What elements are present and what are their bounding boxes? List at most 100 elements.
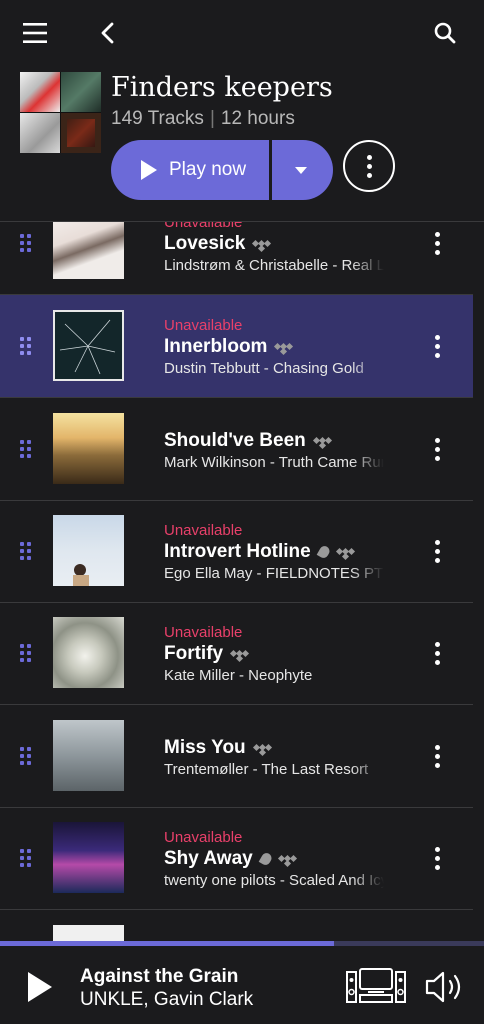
play-options-dropdown[interactable]: [272, 140, 333, 200]
app: Finders keepers 149 Tracks | 12 hours Play…: [0, 0, 484, 1024]
track-title-row: Fortify: [164, 642, 384, 666]
playlist-header: Finders keepers 149 Tracks | 12 hours Play…: [0, 66, 484, 221]
album-art: [53, 720, 124, 791]
volume-icon[interactable]: [424, 970, 466, 1004]
album-art: [53, 222, 124, 279]
track-title: Lovesick: [164, 233, 246, 254]
track-subtitle: twenty one pilots - Scaled And Icy: [164, 872, 384, 889]
track-subtitle: Trentemøller - The Last Resort: [164, 761, 369, 778]
search-icon[interactable]: [424, 14, 466, 52]
album-art: [53, 925, 124, 942]
track-list[interactable]: Unavailable Lovesick Lindstrøm & Christa…: [0, 221, 484, 942]
drag-handle-icon[interactable]: [20, 542, 32, 560]
top-bar: [0, 0, 484, 66]
track-title-row: Should've Been: [164, 429, 384, 453]
track-subtitle: Mark Wilkinson - Truth Came Running: [164, 454, 384, 471]
hamburger-menu-icon[interactable]: [16, 14, 54, 52]
now-playing-bar[interactable]: Against the Grain UNKLE, Gavin Clark: [0, 946, 484, 1024]
track-title-row: Innerbloom: [164, 335, 384, 359]
drag-handle-icon[interactable]: [20, 644, 32, 662]
unavailable-label: Unavailable: [164, 829, 243, 846]
play-icon[interactable]: [28, 972, 52, 1002]
track-title: Should've Been: [164, 430, 306, 451]
cover-tile: [20, 113, 60, 153]
track-subtitle: Dustin Tebbutt - Chasing Gold: [164, 360, 364, 377]
album-art: [53, 310, 124, 381]
track-title-row: Shy Away: [164, 847, 384, 871]
album-art: [53, 413, 124, 484]
unavailable-label: Unavailable: [164, 317, 243, 334]
tidal-icon: [230, 648, 250, 663]
track-info: Unavailable Fortify Kate Miller - Neophy…: [164, 624, 384, 686]
track-subtitle: Ego Ella May - FIELDNOTES PT II: [164, 565, 384, 582]
tidal-icon: [312, 435, 332, 450]
cover-tile: [20, 72, 60, 112]
unavailable-label: Unavailable: [164, 221, 243, 231]
unavailable-label: Unavailable: [164, 624, 243, 641]
track-subtitle: Lindstrøm & Christabelle - Real Life Is …: [164, 257, 384, 274]
track-row[interactable]: Unavailable Introvert Hotline Ego Ella M…: [0, 500, 473, 603]
tidal-icon: [274, 341, 294, 356]
track-row[interactable]: Unavailable Fortify Kate Miller - Neophy…: [0, 602, 473, 705]
drag-handle-icon[interactable]: [20, 747, 32, 765]
track-title: Innerbloom: [164, 336, 268, 357]
now-playing-artist: UNKLE, Gavin Clark: [80, 989, 254, 1010]
album-art: [53, 515, 124, 586]
track-title-row: Introvert Hotline: [164, 540, 384, 564]
cover-tile: [61, 72, 101, 112]
track-count: 149 Tracks: [111, 108, 204, 129]
track-more-button[interactable]: [424, 638, 450, 668]
cover-tile: [61, 113, 101, 153]
track-more-button[interactable]: [424, 331, 450, 361]
track-info: Unavailable Innerbloom Dustin Tebbutt - …: [164, 317, 384, 379]
track-title-row: Lovesick: [164, 232, 384, 256]
play-button-group: Play now: [111, 140, 333, 200]
tidal-icon: [335, 546, 355, 561]
track-more-button[interactable]: [424, 536, 450, 566]
speaker-system-icon[interactable]: [346, 968, 406, 1004]
track-more-button[interactable]: [424, 741, 450, 771]
chevron-left-icon[interactable]: [88, 14, 126, 52]
play-now-button[interactable]: Play now: [111, 140, 269, 200]
tidal-icon: [252, 742, 272, 757]
track-info: Miss You Trentemøller - The Last Resort: [164, 736, 384, 780]
now-playing-title: Against the Grain: [80, 966, 239, 987]
track-row[interactable]: Unavailable Shy Away twenty one pilots -…: [0, 807, 473, 910]
track-row[interactable]: Unavailable Innerbloom Dustin Tebbutt - …: [0, 295, 473, 398]
unavailable-label: Unavailable: [164, 522, 243, 539]
track-info: Unavailable Shy Away twenty one pilots -…: [164, 829, 384, 891]
track-title: Shy Away: [164, 848, 253, 869]
drag-handle-icon[interactable]: [20, 234, 32, 252]
track-info: Unavailable Introvert Hotline Ego Ella M…: [164, 522, 384, 584]
drag-handle-icon[interactable]: [20, 440, 32, 458]
playlist-meta: 149 Tracks | 12 hours: [111, 108, 295, 130]
microphone-icon: [316, 544, 332, 560]
track-title: Introvert Hotline: [164, 541, 311, 562]
track-title: Miss You: [164, 737, 246, 758]
track-subtitle: Kate Miller - Neophyte: [164, 667, 313, 684]
playlist-more-button[interactable]: [343, 140, 395, 192]
track-more-button[interactable]: [424, 228, 450, 258]
meta-separator: |: [209, 108, 215, 129]
track-info: Unavailable Lovesick Lindstrøm & Christa…: [164, 221, 384, 276]
album-art: [53, 822, 124, 893]
playlist-title: Finders keepers: [111, 72, 333, 103]
track-row[interactable]: Unavailable Lovesick Lindstrøm & Christa…: [0, 221, 473, 295]
track-title: Fortify: [164, 643, 224, 664]
more-vertical-icon: [366, 154, 372, 178]
play-icon: [141, 160, 157, 180]
chevron-down-icon: [294, 166, 307, 174]
tidal-icon: [252, 238, 272, 253]
track-info: Should've Been Mark Wilkinson - Truth Ca…: [164, 429, 384, 473]
drag-handle-icon[interactable]: [20, 849, 32, 867]
playlist-cover: [20, 72, 101, 153]
track-row[interactable]: Should've Been Mark Wilkinson - Truth Ca…: [0, 398, 473, 501]
track-row[interactable]: [0, 910, 473, 942]
track-title-row: Miss You: [164, 736, 384, 760]
track-more-button[interactable]: [424, 434, 450, 464]
play-now-label: Play now: [169, 159, 247, 180]
album-art: [53, 617, 124, 688]
track-more-button[interactable]: [424, 843, 450, 873]
track-row[interactable]: Miss You Trentemøller - The Last Resort: [0, 705, 473, 808]
drag-handle-icon[interactable]: [20, 337, 32, 355]
